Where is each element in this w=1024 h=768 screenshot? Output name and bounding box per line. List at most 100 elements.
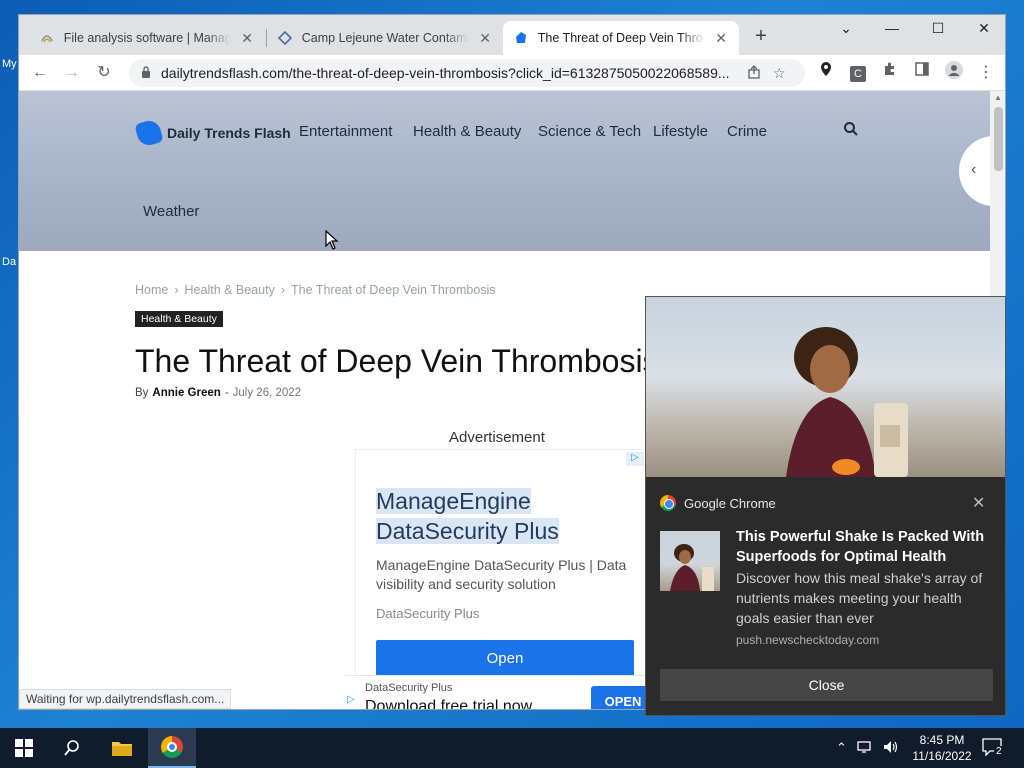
bookmark-star-icon[interactable]: ☆ [773, 65, 786, 82]
tab-title: The Threat of Deep Vein Thromb [537, 31, 706, 45]
notification-thumbnail [660, 531, 720, 591]
extension-c-icon[interactable]: C [845, 61, 871, 85]
lock-icon [141, 65, 151, 81]
nav-entertainment[interactable]: Entertainment [299, 123, 392, 140]
article-byline: By Annie Green - July 26, 2022 [135, 387, 301, 399]
breadcrumb-separator: › [174, 283, 179, 297]
search-icon[interactable] [843, 121, 859, 142]
tab-camp-lejeune[interactable]: Camp Lejeune Water Contaminat ✕ [267, 21, 503, 55]
close-window-button[interactable]: ✕ [961, 15, 1005, 41]
url-text[interactable]: dailytrendsflash.com/the-threat-of-deep-… [161, 65, 735, 81]
chrome-notification[interactable]: Google Chrome ✕ This Powerful Shake Is P… [645, 296, 1006, 716]
chrome-logo-icon [161, 736, 183, 758]
tab-close-icon[interactable]: ✕ [477, 30, 493, 47]
start-button[interactable] [0, 728, 48, 768]
search-icon [64, 740, 79, 756]
ad-open-button[interactable]: Open [376, 640, 634, 676]
notification-app-name: Google Chrome [684, 495, 776, 511]
breadcrumb-separator: › [280, 283, 286, 297]
display-ad[interactable]: ▷ ManageEngine DataSecurity Plus ManageE… [355, 449, 647, 709]
forward-arrow-icon[interactable]: → [59, 61, 85, 85]
diamond-favicon-icon [277, 30, 293, 46]
advertisement-label: Advertisement [449, 429, 545, 446]
back-arrow-icon[interactable]: ← [27, 61, 53, 85]
tab-title: Camp Lejeune Water Contaminat [301, 31, 470, 45]
desktop-icon-label-fragment: My [2, 58, 17, 70]
tab-search-chevron-icon[interactable]: ⌄ [823, 15, 869, 41]
tab-close-icon[interactable]: ✕ [713, 30, 729, 47]
profile-avatar-icon[interactable] [941, 61, 967, 85]
tab-file-analysis[interactable]: File analysis software | ManageE ✕ [29, 21, 265, 55]
tab-strip: File analysis software | ManageE ✕ Camp … [19, 15, 1005, 55]
tab-deep-vein-thrombosis[interactable]: The Threat of Deep Vein Thromb ✕ [503, 21, 739, 55]
volume-icon[interactable] [883, 740, 899, 757]
windows-taskbar: ⌃ 8:45 PM 11/16/2022 2 [0, 728, 1024, 768]
notification-count-badge: 2 [994, 746, 1004, 757]
tab-close-icon[interactable]: ✕ [239, 30, 255, 47]
chevron-left-icon[interactable]: ‹ [971, 161, 976, 179]
windows-logo-icon [15, 739, 33, 757]
breadcrumb-health-beauty[interactable]: Health & Beauty [185, 283, 275, 297]
taskbar-clock[interactable]: 8:45 PM 11/16/2022 [912, 732, 972, 764]
ad-brand: DataSecurity Plus [376, 606, 480, 621]
notification-body: Discover how this meal shake's array of … [736, 570, 983, 626]
system-tray: ⌃ [836, 728, 909, 768]
publish-date: July 26, 2022 [232, 387, 302, 399]
nav-lifestyle[interactable]: Lifestyle [653, 123, 708, 140]
ad-headline[interactable]: ManageEngine DataSecurity Plus [376, 486, 559, 546]
daily-trends-logo-icon [134, 118, 164, 148]
nav-health-beauty[interactable]: Health & Beauty [413, 123, 521, 140]
show-hidden-icons-chevron-icon[interactable]: ⌃ [836, 740, 847, 756]
article-title: The Threat of Deep Vein Thrombosis [135, 343, 659, 379]
ad-description: ManageEngine DataSecurity Plus | Data vi… [376, 557, 627, 592]
bottom-ad-brand: DataSecurity Plus [365, 682, 453, 694]
reload-icon[interactable]: ↻ [91, 61, 117, 85]
file-explorer-button[interactable] [98, 728, 146, 768]
notification-header: Google Chrome [660, 495, 776, 511]
breadcrumb-current: The Threat of Deep Vein Thrombosis [291, 283, 496, 297]
site-logo[interactable]: Daily Trends Flash [134, 118, 291, 148]
byline-by: By [135, 387, 149, 399]
address-bar[interactable]: dailytrendsflash.com/the-threat-of-deep-… [129, 59, 805, 87]
scrollbar-thumb[interactable] [994, 107, 1003, 171]
chrome-logo-icon [660, 495, 676, 511]
tab-title: File analysis software | ManageE [63, 31, 232, 45]
category-badge[interactable]: Health & Beauty [135, 311, 223, 327]
chrome-taskbar-button[interactable] [148, 728, 196, 768]
desktop-icon-label-fragment: Da [2, 256, 17, 268]
nav-science-tech[interactable]: Science & Tech [538, 123, 641, 140]
chrome-menu-icon[interactable]: ⋮ [973, 61, 999, 85]
site-logo-text: Daily Trends Flash [167, 125, 291, 141]
minimize-button[interactable]: — [869, 15, 915, 41]
extension-c-label: C [850, 66, 866, 82]
maximize-button[interactable]: ☐ [915, 15, 961, 41]
location-pin-extension-icon[interactable] [813, 61, 839, 85]
notification-title: This Powerful Shake Is Packed With Super… [736, 529, 985, 565]
adchoices-icon[interactable]: ▷✕ [347, 692, 355, 709]
woman-with-shake-illustration [786, 327, 908, 477]
author-name[interactable]: Annie Green [152, 387, 220, 399]
daily-trends-favicon-icon [513, 30, 529, 46]
bottom-banner-ad[interactable]: ▷✕ DataSecurity Plus Download free trial… [345, 675, 665, 709]
network-icon[interactable] [857, 740, 873, 757]
search-taskbar-button[interactable] [48, 728, 96, 768]
new-tab-button[interactable]: + [749, 25, 773, 49]
ad-headline-line1: ManageEngine [376, 488, 531, 514]
nav-weather[interactable]: Weather [143, 203, 199, 220]
folder-icon [112, 742, 132, 756]
browser-toolbar: ← → ↻ dailytrendsflash.com/the-threat-of… [19, 55, 1005, 91]
breadcrumb-home[interactable]: Home [135, 283, 168, 297]
side-panel-icon[interactable] [909, 61, 935, 85]
extensions-puzzle-icon[interactable] [877, 61, 903, 85]
nav-crime[interactable]: Crime [727, 123, 767, 140]
ad-headline-line2: DataSecurity Plus [376, 518, 559, 544]
action-center-button[interactable]: 2 [982, 738, 1006, 758]
notification-close-button[interactable]: Close [660, 669, 993, 701]
notification-source: push.newschecktoday.com [736, 633, 880, 647]
clock-date: 11/16/2022 [912, 749, 972, 763]
scroll-up-arrow-icon[interactable]: ▲ [994, 93, 1002, 102]
adchoices-icon[interactable]: ▷ [626, 452, 644, 466]
status-bar: Waiting for wp.dailytrendsflash.com... [19, 689, 232, 709]
notification-close-icon[interactable]: ✕ [972, 493, 985, 513]
share-icon[interactable] [747, 64, 761, 82]
